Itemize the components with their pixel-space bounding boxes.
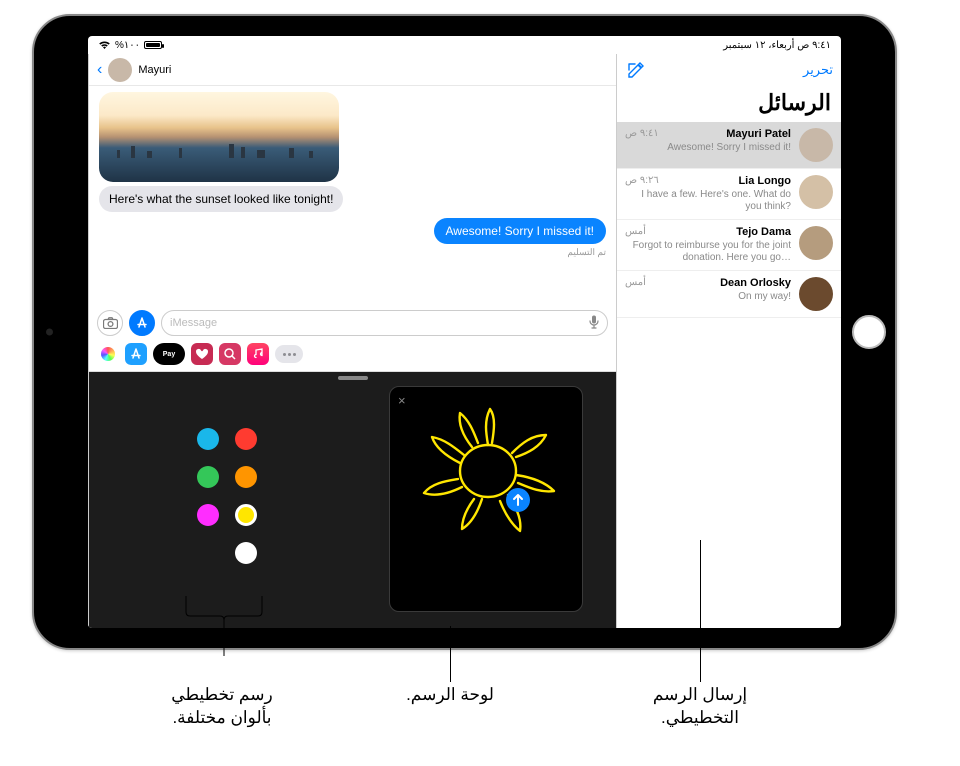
callout-bracket [176, 596, 276, 656]
conversation-preview: On my way! [625, 291, 791, 303]
compose-icon [627, 61, 645, 79]
conversation-row[interactable]: Tejo Dama أمس Forgot to reimburse you for… [617, 220, 841, 271]
avatar [799, 277, 833, 311]
store-app-icon[interactable] [125, 343, 147, 365]
contact-name[interactable]: Mayuri [138, 64, 171, 76]
avatar [799, 226, 833, 260]
color-green[interactable] [197, 466, 219, 488]
images-search-icon[interactable] [219, 343, 241, 365]
status-time: ٩:٤١ ص أربعاء، ١٢ سبتمبر [723, 40, 831, 51]
battery-percent: %١٠٠ [115, 40, 140, 51]
home-button[interactable] [852, 315, 886, 349]
avatar [799, 128, 833, 162]
color-orange[interactable] [235, 466, 257, 488]
color-red[interactable] [235, 428, 257, 450]
digital-touch-icon[interactable] [191, 343, 213, 365]
app-drawer: Pay [89, 340, 616, 372]
camera-button[interactable] [97, 310, 123, 336]
digital-touch-panel: × [89, 372, 616, 628]
conversation-name: Lia Longo [738, 175, 791, 187]
avatar [799, 175, 833, 209]
callout-line [700, 540, 701, 682]
message-input[interactable]: iMessage [161, 310, 608, 336]
app-store-button[interactable] [129, 310, 155, 336]
conversation-preview: I have a few. Here's one. What do you th… [625, 189, 791, 213]
incoming-message[interactable]: Here's what the sunset looked like tonig… [99, 92, 343, 212]
conversation-pane: ‹ Mayuri Here's what the sunset looked l… [88, 54, 616, 628]
color-palette [197, 428, 259, 572]
battery-icon [144, 41, 162, 49]
callout-canvas-label: لوحة الرسم. [380, 684, 520, 707]
color-white[interactable] [235, 542, 257, 564]
drawing-canvas[interactable]: × [389, 386, 583, 612]
arrow-up-icon [512, 493, 524, 507]
edit-button[interactable]: تحرير [803, 62, 833, 78]
conversation-preview: Forgot to reimburse you for the joint do… [625, 240, 791, 264]
conversation-name: Dean Orlosky [720, 277, 791, 289]
screen: ٩:٤١ ص أربعاء، ١٢ سبتمبر %١٠٠ تحرير الرس… [88, 36, 841, 628]
camera-icon [103, 317, 118, 329]
more-apps-button[interactable] [275, 345, 303, 363]
annotation-callouts: رسم تخطيطي بألوان مختلفة. لوحة الرسم. إر… [0, 656, 960, 764]
appstore-icon [136, 317, 148, 329]
color-magenta[interactable] [197, 504, 219, 526]
status-bar: ٩:٤١ ص أربعاء، ١٢ سبتمبر %١٠٠ [88, 36, 841, 54]
front-camera [46, 329, 53, 336]
sunset-photo[interactable] [99, 92, 339, 182]
wifi-icon [98, 40, 111, 50]
back-chevron-icon[interactable]: ‹ [97, 61, 102, 79]
callout-colors-label: رسم تخطيطي بألوان مختلفة. [142, 684, 302, 730]
photos-app-icon[interactable] [97, 343, 119, 365]
conversation-time: ٩:٢٦ ص [625, 175, 659, 187]
outgoing-message[interactable]: Awesome! Sorry I missed it! تم التسليم [434, 218, 607, 258]
send-sketch-button[interactable] [506, 488, 530, 512]
conversation-name: Mayuri Patel [726, 128, 791, 140]
ipad-device-frame: ٩:٤١ ص أربعاء، ١٢ سبتمبر %١٠٠ تحرير الرس… [32, 14, 897, 650]
message-input-row: iMessage [89, 306, 616, 340]
color-cyan[interactable] [197, 428, 219, 450]
callout-send-label: إرسال الرسم التخطيطي. [620, 684, 780, 730]
conversation-time: أمس [625, 226, 646, 238]
conversation-time: أمس [625, 277, 646, 289]
message-bubble: Awesome! Sorry I missed it! [434, 218, 607, 244]
conversation-header: ‹ Mayuri [89, 54, 616, 86]
color-yellow-selected[interactable] [235, 504, 257, 526]
conversation-name: Tejo Dama [736, 226, 791, 238]
clear-canvas-button[interactable]: × [398, 393, 406, 408]
contact-avatar[interactable] [108, 58, 132, 82]
delivered-label: تم التسليم [434, 247, 607, 258]
apple-pay-icon[interactable]: Pay [153, 343, 185, 365]
conversation-time: ٩:٤١ ص [625, 128, 659, 140]
messages-area[interactable]: Here's what the sunset looked like tonig… [89, 86, 616, 306]
conversation-row[interactable]: Dean Orlosky أمس On my way! [617, 271, 841, 318]
apple-pay-label: Pay [163, 351, 175, 358]
conversation-preview: Awesome! Sorry I missed it! [625, 142, 791, 154]
sidebar-title: الرسائل [617, 86, 841, 122]
conversation-row[interactable]: Lia Longo ٩:٢٦ ص I have a few. Here's one… [617, 169, 841, 220]
conversations-sidebar: تحرير الرسائل Mayuri Patel ٩:٤١ ص Awesome… [616, 54, 841, 628]
conversation-row[interactable]: Mayuri Patel ٩:٤١ ص Awesome! Sorry I miss… [617, 122, 841, 169]
callout-line [450, 626, 451, 682]
sun-sketch [412, 399, 562, 539]
input-placeholder: iMessage [170, 317, 217, 329]
compose-button[interactable] [625, 59, 647, 81]
message-bubble: Here's what the sunset looked like tonig… [99, 186, 343, 212]
panel-drag-handle[interactable] [338, 376, 368, 380]
mic-icon[interactable] [589, 315, 599, 332]
music-app-icon[interactable] [247, 343, 269, 365]
